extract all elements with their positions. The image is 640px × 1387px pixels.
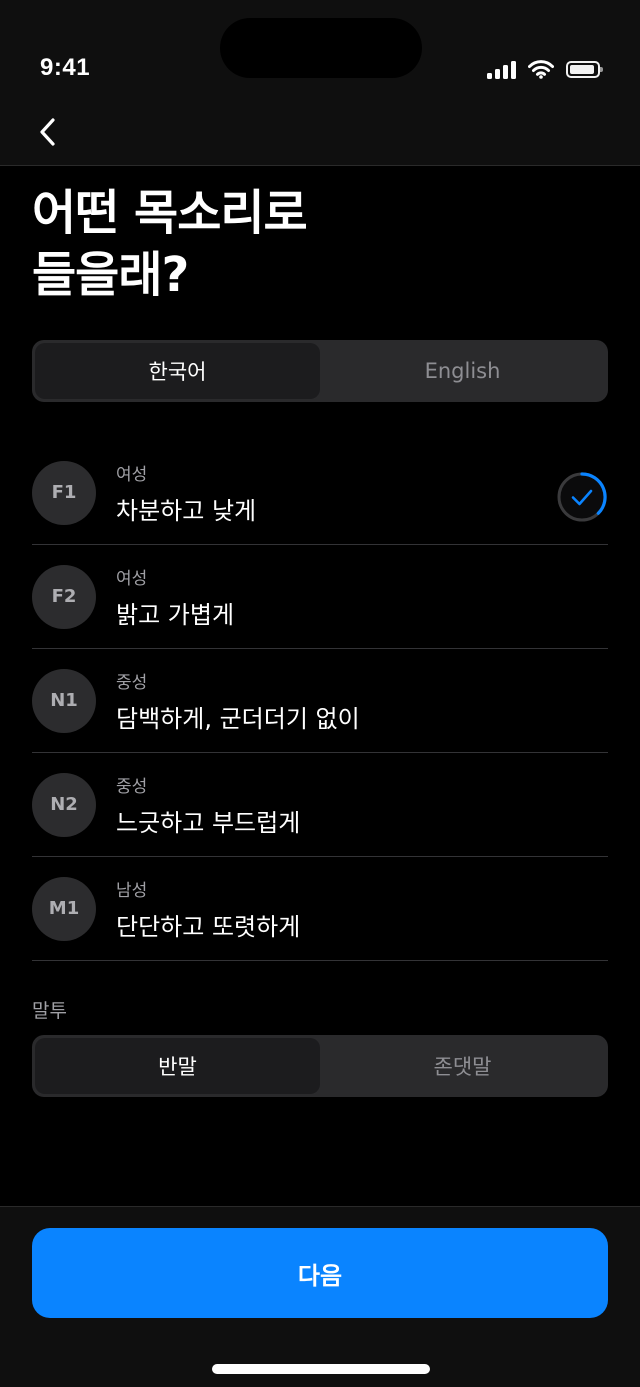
header: 9:41 <box>0 0 640 166</box>
tone-option-casual[interactable]: 반말 <box>35 1038 320 1094</box>
voice-gender-tag: 여성 <box>116 464 148 485</box>
voice-text: 중성 느긋하고 부드럽게 <box>116 772 300 838</box>
status-time: 9:41 <box>40 54 91 81</box>
cellular-signal-icon <box>487 60 516 79</box>
voice-text: 남성 단단하고 또렷하게 <box>116 876 300 942</box>
voice-gender-tag: 중성 <box>116 776 148 797</box>
voice-gender-tag: 중성 <box>116 672 148 693</box>
page-title-line-2: 들을래? <box>32 247 189 303</box>
voice-option-f1[interactable]: F1 여성 차분하고 낮게 <box>32 441 608 545</box>
tone-section-label: 말투 <box>32 1000 67 1022</box>
voice-avatar: N1 <box>32 668 96 733</box>
voice-text: 여성 밝고 가볍게 <box>116 564 234 630</box>
voice-list: F1 여성 차분하고 낮게 F2 여성 밝고 가볍게 N1 중성 담백하게, 군… <box>32 441 608 961</box>
voice-description: 느긋하고 부드럽게 <box>116 808 301 837</box>
voice-gender-tag: 남성 <box>116 880 148 901</box>
language-option-korean[interactable]: 한국어 <box>35 343 320 399</box>
chevron-left-icon <box>40 118 55 146</box>
voice-description: 차분하고 낮게 <box>116 496 257 525</box>
tone-segmented-control: 반말 존댓말 <box>32 1035 608 1097</box>
status-icons <box>487 60 603 79</box>
voice-avatar: M1 <box>32 876 96 941</box>
voice-option-m1[interactable]: M1 남성 단단하고 또렷하게 <box>32 857 608 961</box>
page-title: 어떤 목소리로 들을래? <box>32 182 308 306</box>
voice-option-n2[interactable]: N2 중성 느긋하고 부드럽게 <box>32 753 608 857</box>
language-option-english[interactable]: English <box>320 343 605 399</box>
tone-option-polite[interactable]: 존댓말 <box>320 1038 605 1094</box>
battery-icon <box>566 61 603 78</box>
voice-description: 단단하고 또렷하게 <box>116 912 301 941</box>
voice-avatar: N2 <box>32 772 96 837</box>
voice-gender-tag: 여성 <box>116 568 148 589</box>
voice-text: 여성 차분하고 낮게 <box>116 460 256 526</box>
voice-description: 담백하게, 군더더기 없이 <box>116 704 360 733</box>
dynamic-island <box>220 18 422 78</box>
language-segmented-control: 한국어 English <box>32 340 608 402</box>
wifi-icon <box>528 60 554 79</box>
voice-option-f2[interactable]: F2 여성 밝고 가볍게 <box>32 545 608 649</box>
selected-check-icon <box>557 472 607 522</box>
voice-description: 밝고 가볍게 <box>116 600 235 629</box>
voice-option-n1[interactable]: N1 중성 담백하게, 군더더기 없이 <box>32 649 608 753</box>
next-button[interactable]: 다음 <box>32 1228 608 1318</box>
voice-text: 중성 담백하게, 군더더기 없이 <box>116 668 360 734</box>
page-title-line-1: 어떤 목소리로 <box>32 185 308 241</box>
voice-selection-screen: 9:41 어떤 목소리로 들을래? 한국어 English F1 여성 차분하고… <box>0 0 640 1387</box>
back-button[interactable] <box>28 110 68 154</box>
home-indicator <box>212 1364 430 1374</box>
voice-avatar: F2 <box>32 564 96 629</box>
voice-avatar: F1 <box>32 460 96 525</box>
